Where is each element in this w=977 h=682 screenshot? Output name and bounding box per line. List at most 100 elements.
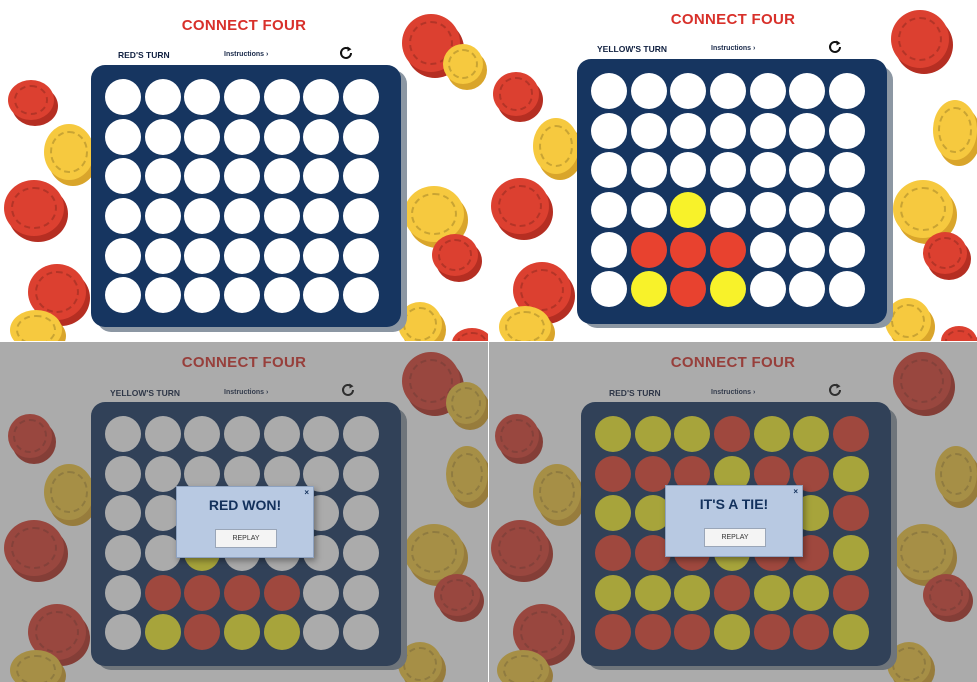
empty-slot[interactable] [224, 79, 261, 115]
empty-slot[interactable] [144, 198, 181, 235]
yellow-piece[interactable] [833, 614, 870, 651]
red-piece[interactable] [833, 495, 870, 532]
yellow-piece[interactable] [144, 614, 181, 651]
empty-slot[interactable] [224, 277, 261, 314]
empty-slot[interactable] [343, 158, 380, 195]
empty-slot[interactable] [224, 158, 261, 195]
red-piece[interactable] [184, 614, 221, 651]
yellow-piece[interactable] [793, 416, 830, 452]
red-piece[interactable] [634, 614, 671, 651]
empty-slot[interactable] [184, 416, 221, 452]
empty-slot[interactable] [343, 118, 380, 155]
empty-slot[interactable] [105, 495, 141, 532]
yellow-piece[interactable] [674, 574, 711, 611]
empty-slot[interactable] [749, 271, 786, 308]
replay-button[interactable]: REPLAY [704, 528, 766, 547]
empty-slot[interactable] [303, 416, 340, 452]
restart-icon[interactable] [827, 39, 843, 55]
empty-slot[interactable] [829, 231, 866, 268]
empty-slot[interactable] [829, 271, 866, 308]
empty-slot[interactable] [591, 192, 627, 229]
empty-slot[interactable] [105, 118, 141, 155]
empty-slot[interactable] [303, 237, 340, 274]
empty-slot[interactable] [263, 118, 300, 155]
empty-slot[interactable] [184, 79, 221, 115]
yellow-piece[interactable] [833, 455, 870, 492]
empty-slot[interactable] [184, 237, 221, 274]
red-piece[interactable] [753, 614, 790, 651]
empty-slot[interactable] [749, 192, 786, 229]
empty-slot[interactable] [263, 79, 300, 115]
empty-slot[interactable] [144, 79, 181, 115]
red-piece[interactable] [595, 614, 631, 651]
empty-slot[interactable] [144, 158, 181, 195]
empty-slot[interactable] [343, 455, 380, 492]
empty-slot[interactable] [343, 198, 380, 235]
board-grid[interactable] [591, 73, 873, 308]
restart-icon[interactable] [827, 382, 843, 398]
restart-icon[interactable] [338, 45, 354, 61]
empty-slot[interactable] [184, 118, 221, 155]
empty-slot[interactable] [105, 237, 141, 274]
empty-slot[interactable] [105, 198, 141, 235]
red-piece[interactable] [714, 574, 751, 611]
empty-slot[interactable] [303, 198, 340, 235]
empty-slot[interactable] [144, 118, 181, 155]
yellow-piece[interactable] [224, 614, 261, 651]
empty-slot[interactable] [789, 73, 826, 109]
red-piece[interactable] [674, 614, 711, 651]
yellow-piece[interactable] [710, 271, 747, 308]
empty-slot[interactable] [184, 277, 221, 314]
empty-slot[interactable] [343, 574, 380, 611]
empty-slot[interactable] [105, 614, 141, 651]
empty-slot[interactable] [263, 158, 300, 195]
yellow-piece[interactable] [674, 416, 711, 452]
replay-button[interactable]: REPLAY [215, 529, 277, 548]
empty-slot[interactable] [105, 277, 141, 314]
empty-slot[interactable] [591, 112, 627, 149]
empty-slot[interactable] [710, 112, 747, 149]
empty-slot[interactable] [749, 152, 786, 189]
board-grid[interactable] [105, 79, 387, 314]
empty-slot[interactable] [224, 416, 261, 452]
yellow-piece[interactable] [753, 574, 790, 611]
empty-slot[interactable] [105, 416, 141, 452]
empty-slot[interactable] [105, 455, 141, 492]
empty-slot[interactable] [749, 112, 786, 149]
yellow-piece[interactable] [833, 535, 870, 572]
red-piece[interactable] [833, 416, 870, 452]
empty-slot[interactable] [789, 271, 826, 308]
empty-slot[interactable] [343, 79, 380, 115]
empty-slot[interactable] [670, 152, 707, 189]
yellow-piece[interactable] [634, 574, 671, 611]
empty-slot[interactable] [630, 112, 667, 149]
empty-slot[interactable] [670, 73, 707, 109]
red-piece[interactable] [833, 574, 870, 611]
empty-slot[interactable] [710, 152, 747, 189]
empty-slot[interactable] [829, 192, 866, 229]
empty-slot[interactable] [591, 231, 627, 268]
empty-slot[interactable] [263, 237, 300, 274]
empty-slot[interactable] [303, 158, 340, 195]
empty-slot[interactable] [263, 416, 300, 452]
yellow-piece[interactable] [630, 271, 667, 308]
empty-slot[interactable] [789, 152, 826, 189]
instructions-link[interactable]: Instructions › [224, 389, 268, 396]
red-piece[interactable] [793, 614, 830, 651]
yellow-piece[interactable] [714, 614, 751, 651]
red-piece[interactable] [144, 574, 181, 611]
instructions-link[interactable]: Instructions › [711, 389, 755, 396]
empty-slot[interactable] [591, 152, 627, 189]
empty-slot[interactable] [591, 73, 627, 109]
empty-slot[interactable] [303, 574, 340, 611]
yellow-piece[interactable] [793, 574, 830, 611]
empty-slot[interactable] [829, 112, 866, 149]
empty-slot[interactable] [224, 118, 261, 155]
yellow-piece[interactable] [753, 416, 790, 452]
red-piece[interactable] [595, 455, 631, 492]
empty-slot[interactable] [343, 495, 380, 532]
red-piece[interactable] [263, 574, 300, 611]
empty-slot[interactable] [343, 237, 380, 274]
empty-slot[interactable] [184, 158, 221, 195]
instructions-link[interactable]: Instructions › [224, 51, 268, 58]
